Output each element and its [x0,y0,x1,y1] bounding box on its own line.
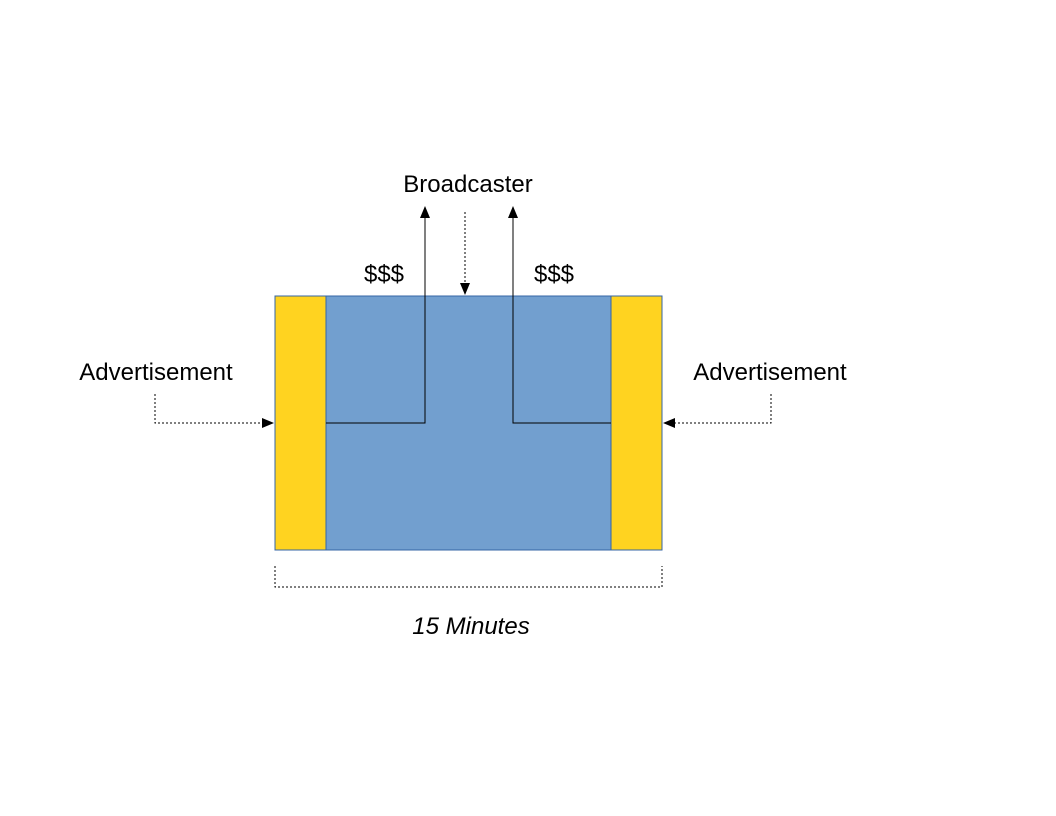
ad-block-left [274,295,327,551]
duration-bracket [274,566,663,588]
money-label-right: $$$ [534,261,574,288]
broadcaster-label: Broadcaster [403,171,532,198]
advertisement-label-left: Advertisement [79,359,233,386]
money-label-left: $$$ [364,261,404,288]
advertisement-label-right: Advertisement [693,359,847,386]
advertisement-arrow-left [154,394,274,428]
broadcast-segment-diagram: Broadcaster $$$ $$$ Advertisement Advert… [79,171,847,640]
ad-block-right [610,295,663,551]
advertisement-arrow-right [663,394,772,428]
duration-label: 15 Minutes [412,613,529,640]
